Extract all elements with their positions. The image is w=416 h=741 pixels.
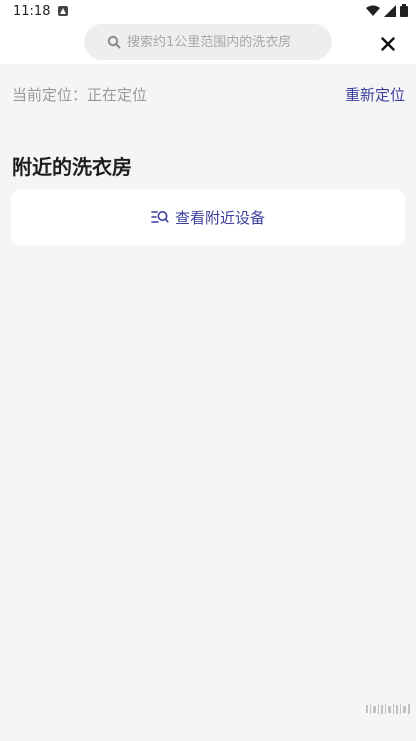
search-input[interactable] [127, 34, 317, 50]
notification-icon [58, 6, 68, 16]
view-nearby-devices-button[interactable]: 查看附近设备 [11, 189, 405, 245]
wifi-icon [366, 5, 380, 16]
nearby-laundries-title: 附近的洗衣房 [12, 155, 132, 179]
signal-icon [384, 4, 396, 17]
view-nearby-devices-label: 查看附近设备 [174, 208, 265, 227]
close-icon [381, 37, 395, 51]
current-location-label: 当前定位：正在定位 [12, 86, 148, 104]
battery-icon [400, 4, 408, 17]
search-header [0, 24, 416, 64]
search-icon [107, 35, 121, 49]
search-box[interactable] [84, 24, 332, 60]
watermark-graphic [366, 704, 410, 714]
status-icons [366, 4, 408, 17]
location-row: 当前定位：正在定位 重新定位 [12, 84, 405, 104]
status-time: 11:18 [13, 4, 51, 19]
list-search-icon [151, 211, 169, 223]
close-button[interactable] [372, 30, 404, 58]
relocate-button[interactable]: 重新定位 [345, 84, 405, 105]
status-bar: 11:18 [0, 0, 416, 24]
